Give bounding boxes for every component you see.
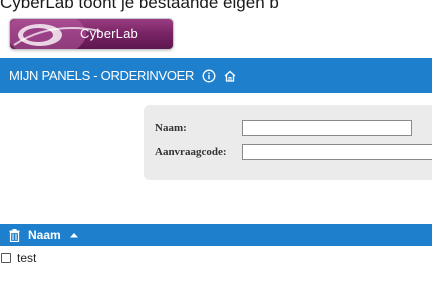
page-navbar: MIJN PANELS - ORDERINVOER — [0, 58, 432, 93]
name-row: Naam: — [155, 122, 187, 134]
cyberlab-logo[interactable]: CyberLab — [10, 19, 173, 49]
code-row: Aanvraagcode: — [155, 146, 227, 158]
intro-text: CyberLab toont je bestaande eigen b — [0, 0, 279, 12]
search-form: Naam: Aanvraagcode: — [144, 105, 432, 180]
row-label: test — [17, 250, 37, 265]
home-icon[interactable] — [223, 69, 237, 83]
table-row: test — [0, 250, 36, 265]
name-label: Naam: — [155, 122, 187, 134]
row-checkbox[interactable] — [1, 252, 11, 263]
logo-text: CyberLab — [80, 26, 138, 41]
aanvraagcode-input[interactable] — [242, 144, 432, 160]
info-circle-icon[interactable] — [202, 69, 216, 83]
sort-ascending-icon[interactable] — [69, 232, 78, 238]
column-header-naam[interactable]: Naam — [28, 228, 61, 242]
page-title: MIJN PANELS - ORDERINVOER — [9, 68, 195, 83]
name-input[interactable] — [242, 120, 412, 136]
code-label: Aanvraagcode: — [155, 146, 227, 158]
trash-icon[interactable] — [9, 228, 20, 242]
table-header: Naam — [0, 224, 432, 246]
